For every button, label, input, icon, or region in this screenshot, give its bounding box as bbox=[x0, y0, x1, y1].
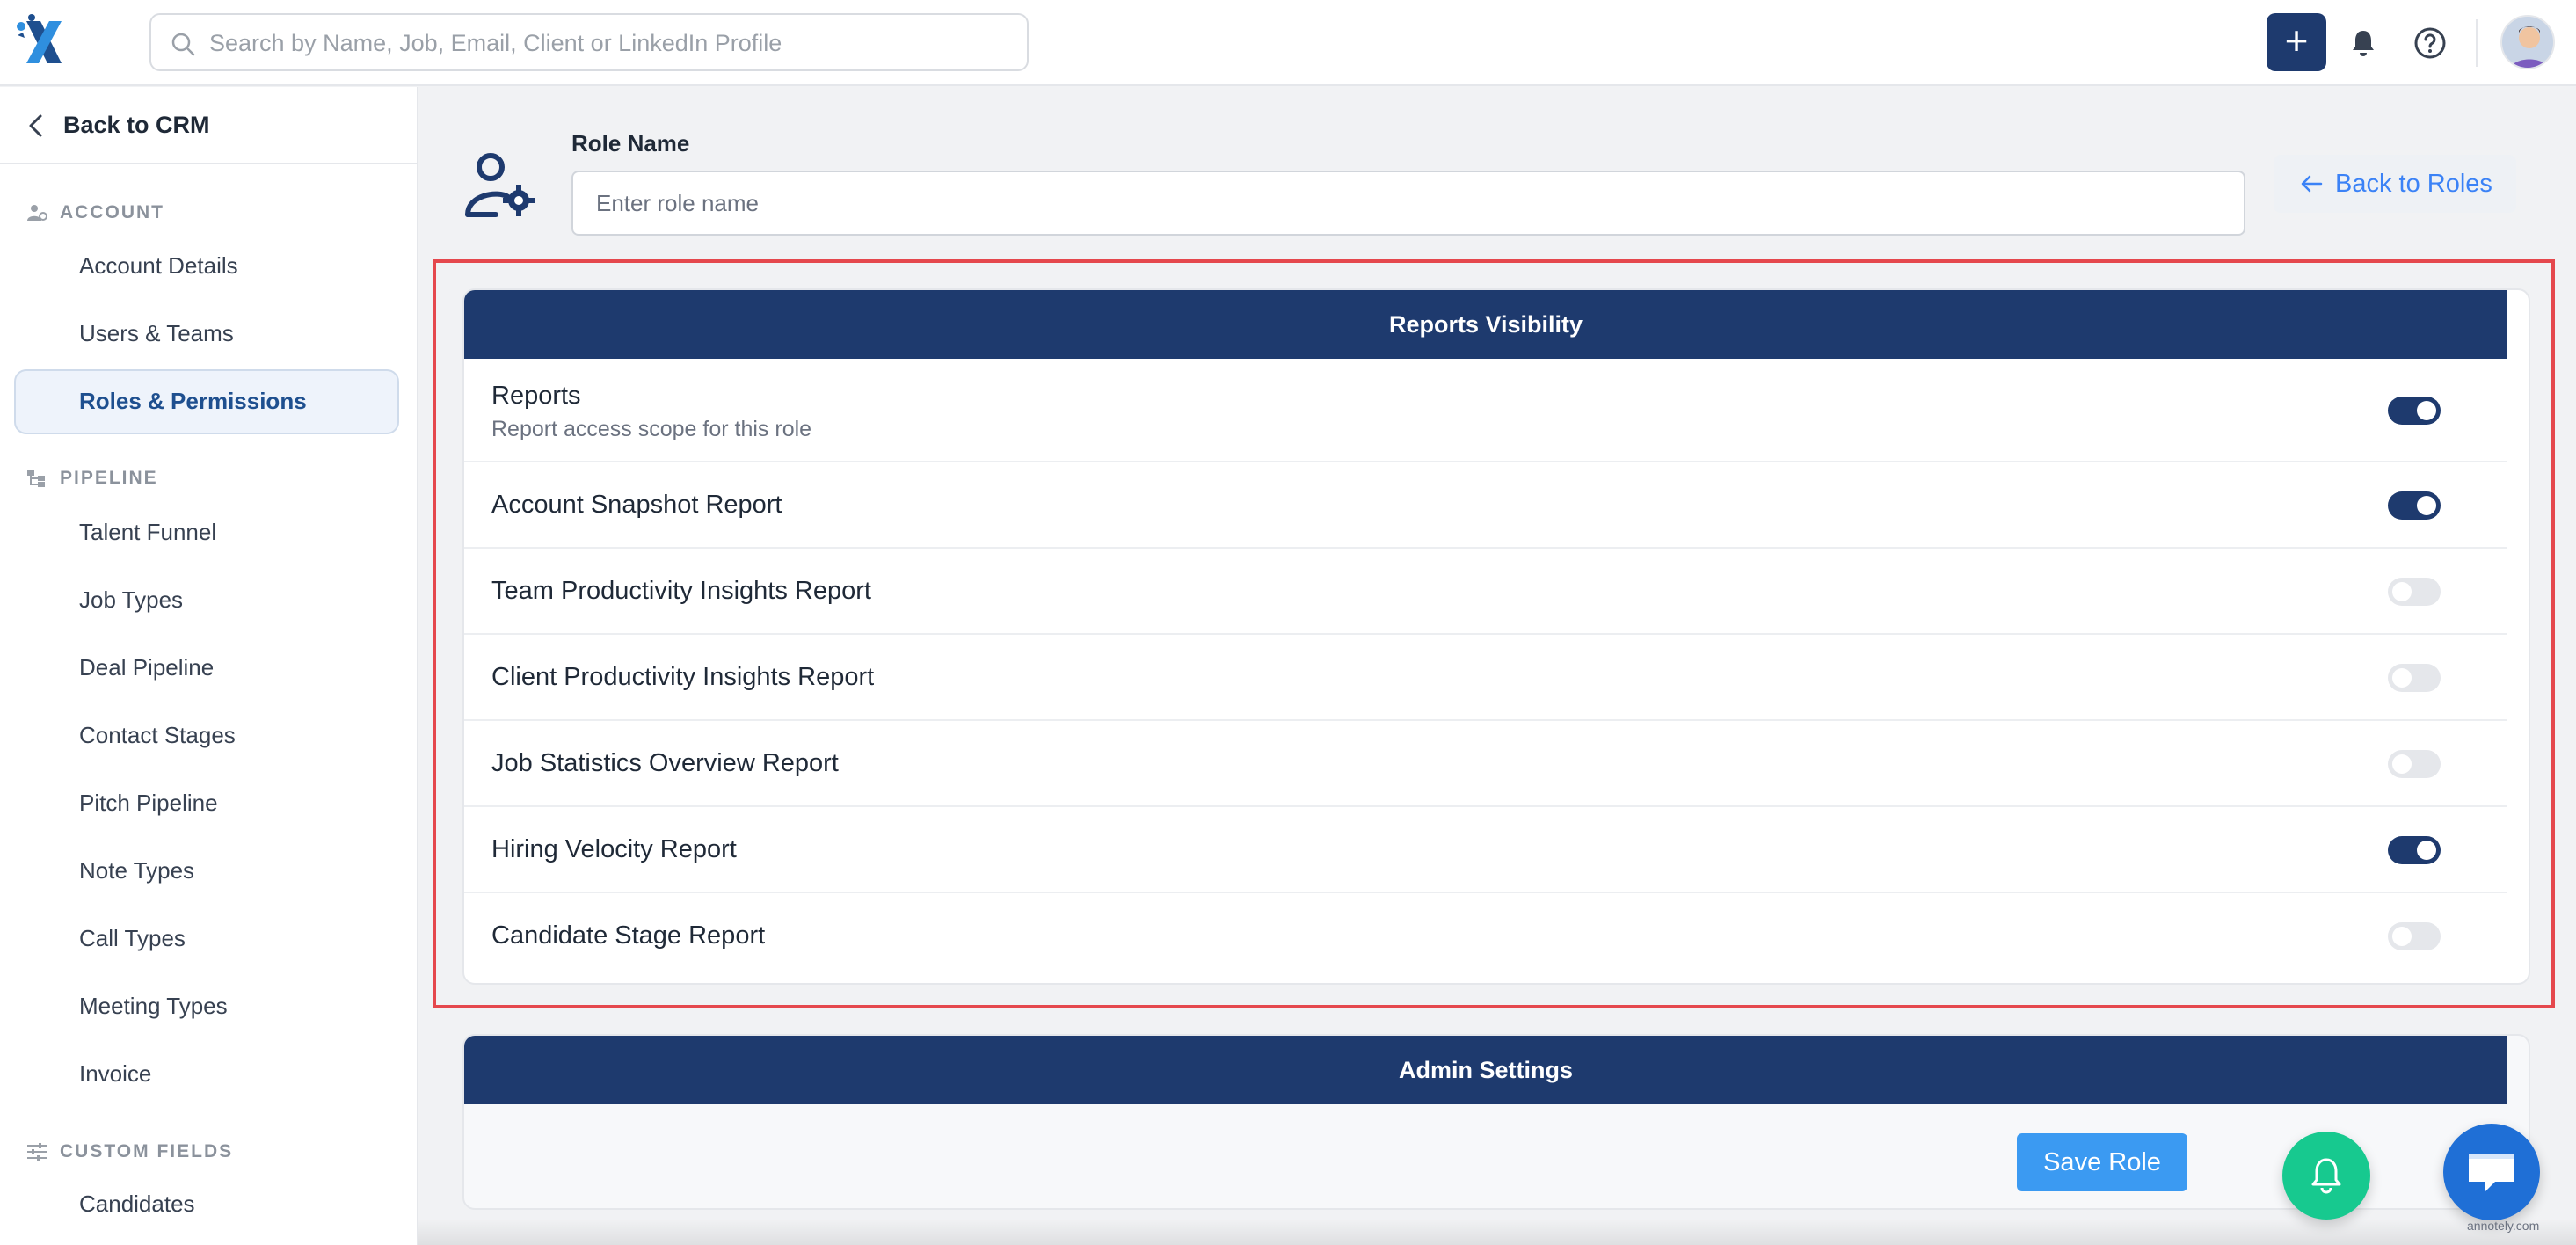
top-bar: + bbox=[0, 0, 2576, 86]
sidebar-item-label: Meeting Types bbox=[79, 993, 228, 1019]
sidebar-item-pitch-pipeline[interactable]: Pitch Pipeline bbox=[14, 771, 399, 836]
sidebar-item-call-types[interactable]: Call Types bbox=[14, 906, 399, 972]
back-to-crm-link[interactable]: Back to CRM bbox=[0, 87, 417, 164]
arrow-left-icon bbox=[2301, 175, 2323, 193]
admin-settings-card: Admin Settings bbox=[462, 1034, 2530, 1210]
divider bbox=[2476, 19, 2478, 67]
card-title: Admin Settings bbox=[1398, 1057, 1573, 1083]
user-avatar[interactable] bbox=[2500, 15, 2555, 69]
card-header[interactable]: Admin Settings bbox=[464, 1036, 2507, 1104]
sidebar-item-account-details[interactable]: Account Details bbox=[14, 234, 399, 299]
sidebar-item-contact-stages[interactable]: Contact Stages bbox=[14, 703, 399, 768]
sidebar-item-label: Candidates bbox=[79, 1190, 195, 1217]
sidebar-item-deal-pipeline[interactable]: Deal Pipeline bbox=[14, 636, 399, 701]
section-title: CUSTOM FIELDS bbox=[60, 1141, 234, 1161]
search-box[interactable] bbox=[149, 13, 1029, 71]
sidebar-item-label: Roles & Permissions bbox=[79, 388, 307, 414]
chat-fab[interactable] bbox=[2443, 1124, 2540, 1220]
sidebar-item-note-types[interactable]: Note Types bbox=[14, 839, 399, 904]
sidebar-item-label: Invoice bbox=[79, 1060, 152, 1087]
annotation-highlight bbox=[433, 259, 2555, 1008]
sidebar-item-label: Deal Pipeline bbox=[79, 654, 215, 681]
watermark-text: annotely.com bbox=[2467, 1219, 2540, 1233]
sidebar-item-invoice[interactable]: Invoice bbox=[14, 1042, 399, 1107]
notifications-fab[interactable] bbox=[2282, 1132, 2370, 1220]
role-name-input[interactable] bbox=[571, 171, 2245, 236]
save-role-button[interactable]: Save Role bbox=[2017, 1133, 2187, 1191]
sidebar: Back to CRM ACCOUNT Account Details User… bbox=[0, 87, 418, 1245]
pipeline-icon bbox=[27, 470, 45, 487]
user-gear-icon bbox=[27, 205, 47, 221]
help-icon[interactable] bbox=[2413, 26, 2447, 60]
back-to-crm-label: Back to CRM bbox=[63, 112, 210, 138]
sidebar-item-job-types[interactable]: Job Types bbox=[14, 568, 399, 633]
sidebar-item-meeting-types[interactable]: Meeting Types bbox=[14, 974, 399, 1039]
bell-icon bbox=[2311, 1158, 2341, 1194]
add-button[interactable]: + bbox=[2267, 13, 2326, 71]
sidebar-item-label: Pitch Pipeline bbox=[79, 790, 218, 816]
search-icon bbox=[171, 33, 195, 56]
sliders-icon bbox=[27, 1143, 47, 1161]
sidebar-item-label: Contact Stages bbox=[79, 722, 236, 748]
section-title: ACCOUNT bbox=[60, 202, 164, 222]
sidebar-item-candidates[interactable]: Candidates bbox=[14, 1172, 399, 1237]
user-settings-icon bbox=[465, 153, 535, 217]
sidebar-item-label: Call Types bbox=[79, 925, 186, 951]
plus-icon: + bbox=[2284, 18, 2309, 63]
sidebar-item-talent-funnel[interactable]: Talent Funnel bbox=[14, 500, 399, 565]
chat-icon bbox=[2469, 1154, 2514, 1192]
sidebar-item-label: Account Details bbox=[79, 252, 238, 279]
bottom-shadow bbox=[418, 1219, 2576, 1245]
sidebar-item-label: Users & Teams bbox=[79, 320, 234, 346]
chevron-left-icon bbox=[29, 114, 42, 137]
sidebar-item-label: Job Types bbox=[79, 586, 184, 613]
back-to-roles-label: Back to Roles bbox=[2335, 170, 2492, 198]
sidebar-item-label: Talent Funnel bbox=[79, 519, 217, 545]
app-logo-icon[interactable] bbox=[14, 14, 74, 70]
notification-bell-icon[interactable] bbox=[2347, 27, 2379, 59]
sidebar-item-users-teams[interactable]: Users & Teams bbox=[14, 302, 399, 367]
role-name-label: Role Name bbox=[571, 130, 690, 157]
search-input[interactable] bbox=[209, 24, 1001, 62]
sidebar-item-label: Note Types bbox=[79, 857, 195, 884]
back-to-roles-button[interactable]: Back to Roles bbox=[2274, 155, 2516, 213]
section-title: PIPELINE bbox=[60, 468, 158, 488]
sidebar-item-roles-permissions[interactable]: Roles & Permissions bbox=[14, 369, 399, 434]
